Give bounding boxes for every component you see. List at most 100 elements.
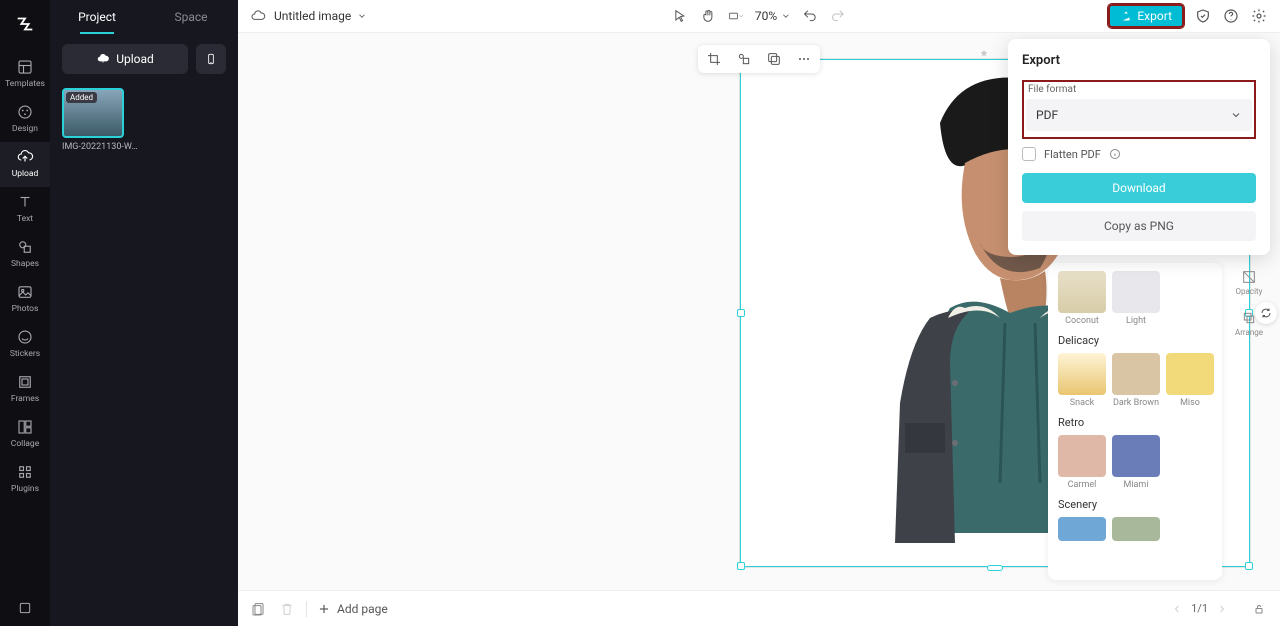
rail-text[interactable]: Text: [0, 187, 50, 232]
rail-label: Text: [17, 214, 33, 224]
frames-icon: [16, 373, 34, 391]
main-area: Untitled image 70% Export P: [238, 0, 1280, 626]
filter-light[interactable]: Light: [1112, 271, 1160, 326]
rail-help-icon[interactable]: [0, 592, 50, 626]
page-indicator: 1/1: [1191, 602, 1208, 615]
tab-space[interactable]: Space: [144, 0, 238, 34]
info-icon: [1109, 148, 1121, 160]
upload-button[interactable]: Upload: [62, 44, 188, 74]
help-icon[interactable]: [1222, 7, 1240, 25]
rail-collage[interactable]: Collage: [0, 412, 50, 457]
crop-icon[interactable]: [704, 49, 724, 69]
chevron-down-icon: [357, 11, 367, 21]
section-retro: Retro: [1058, 416, 1212, 429]
filter-scenery-1[interactable]: [1058, 517, 1106, 541]
rail-upload[interactable]: Upload: [0, 142, 50, 187]
rail-label: Upload: [12, 169, 39, 179]
resize-handle-l[interactable]: [737, 309, 745, 317]
hand-tool[interactable]: [699, 7, 717, 25]
rail-design[interactable]: Design: [0, 97, 50, 142]
pages-icon[interactable]: [250, 600, 268, 618]
export-button[interactable]: Export: [1108, 4, 1184, 28]
templates-icon: [16, 58, 34, 76]
right-panel: Coconut Light Delicacy Snack Dark Brown …: [1048, 39, 1270, 580]
rail-label: Photos: [12, 304, 39, 314]
cursor-tool[interactable]: [671, 7, 689, 25]
app-logo[interactable]: [13, 12, 37, 36]
chevron-down-icon: [1230, 109, 1242, 121]
upload-button-label: Upload: [116, 52, 154, 66]
file-format-group: File format PDF: [1022, 80, 1256, 139]
text-icon: [16, 193, 34, 211]
rail-stickers[interactable]: Stickers: [0, 322, 50, 367]
section-delicacy: Delicacy: [1058, 334, 1212, 347]
resize-handle-b[interactable]: [987, 565, 1003, 571]
copy-png-button[interactable]: Copy as PNG: [1022, 211, 1256, 241]
add-page-button[interactable]: Add page: [317, 602, 388, 616]
flatten-pdf-toggle[interactable]: Flatten PDF: [1022, 147, 1256, 161]
arrange-tool[interactable]: Arrange: [1235, 310, 1263, 337]
design-icon: [16, 103, 34, 121]
opacity-tool[interactable]: Opacity: [1236, 269, 1263, 296]
more-icon[interactable]: [794, 49, 814, 69]
shapes-icon: [16, 238, 34, 256]
file-format-select[interactable]: PDF: [1026, 99, 1252, 131]
rail-templates[interactable]: Templates: [0, 52, 50, 97]
redo-button[interactable]: [829, 7, 847, 25]
chevron-down-icon: [781, 11, 791, 21]
plugins-icon: [16, 463, 34, 481]
rail-label: Templates: [5, 79, 45, 89]
selection-toolbar: [698, 45, 820, 73]
filter-miso[interactable]: Miso: [1166, 353, 1214, 408]
rail-label: Collage: [11, 439, 39, 449]
export-title: Export: [1022, 53, 1256, 68]
canvas-area[interactable]: Page 1: [238, 33, 1280, 590]
prev-page-icon[interactable]: [1171, 603, 1183, 615]
zoom-control[interactable]: 70%: [755, 9, 791, 23]
rail-label: Plugins: [11, 484, 39, 494]
export-icon: [1120, 10, 1132, 22]
filter-carmel[interactable]: Carmel: [1058, 435, 1106, 490]
rail-plugins[interactable]: Plugins: [0, 457, 50, 502]
cloud-sync-icon[interactable]: [250, 8, 266, 24]
bottom-bar: Add page 1/1: [238, 590, 1280, 626]
rail-label: Stickers: [10, 349, 40, 359]
rail-label: Design: [12, 124, 38, 134]
rail-frames[interactable]: Frames: [0, 367, 50, 412]
left-rail: Templates Design Upload Text Shapes Phot…: [0, 0, 50, 626]
asset-name: IMG-20221130-WA0...: [62, 142, 142, 152]
rail-label: Frames: [11, 394, 39, 404]
filter-miami[interactable]: Miami: [1112, 435, 1160, 490]
copy-icon[interactable]: [764, 49, 784, 69]
tab-project[interactable]: Project: [50, 0, 144, 34]
side-tabs: Project Space: [50, 0, 238, 34]
shield-icon[interactable]: [1194, 7, 1212, 25]
photos-icon: [16, 283, 34, 301]
filters-card: Coconut Light Delicacy Snack Dark Brown …: [1048, 263, 1222, 580]
next-page-icon[interactable]: [1216, 603, 1228, 615]
settings-icon[interactable]: [1250, 7, 1268, 25]
filter-coconut[interactable]: Coconut: [1058, 271, 1106, 326]
aspect-tool[interactable]: [727, 7, 745, 25]
trash-icon[interactable]: [278, 600, 296, 618]
added-badge: Added: [66, 92, 97, 103]
rail-photos[interactable]: Photos: [0, 277, 50, 322]
section-scenery: Scenery: [1058, 498, 1212, 511]
cutout-icon[interactable]: [734, 49, 754, 69]
export-popover: Export File format PDF Flatten PDF Downl…: [1008, 39, 1270, 255]
filter-snack[interactable]: Snack: [1058, 353, 1106, 408]
lock-icon[interactable]: [1250, 600, 1268, 618]
device-button[interactable]: [196, 44, 226, 74]
checkbox-icon: [1022, 147, 1036, 161]
download-button[interactable]: Download: [1022, 173, 1256, 203]
resize-handle-bl[interactable]: [737, 562, 745, 570]
filter-scenery-2[interactable]: [1112, 517, 1160, 541]
top-bar: Untitled image 70% Export: [238, 0, 1280, 33]
rail-shapes[interactable]: Shapes: [0, 232, 50, 277]
filter-darkbrown[interactable]: Dark Brown: [1112, 353, 1160, 408]
undo-button[interactable]: [801, 7, 819, 25]
file-format-label: File format: [1026, 84, 1252, 95]
plus-icon: [317, 602, 331, 616]
document-title[interactable]: Untitled image: [274, 9, 367, 23]
asset-thumbnail[interactable]: Added: [62, 88, 124, 138]
